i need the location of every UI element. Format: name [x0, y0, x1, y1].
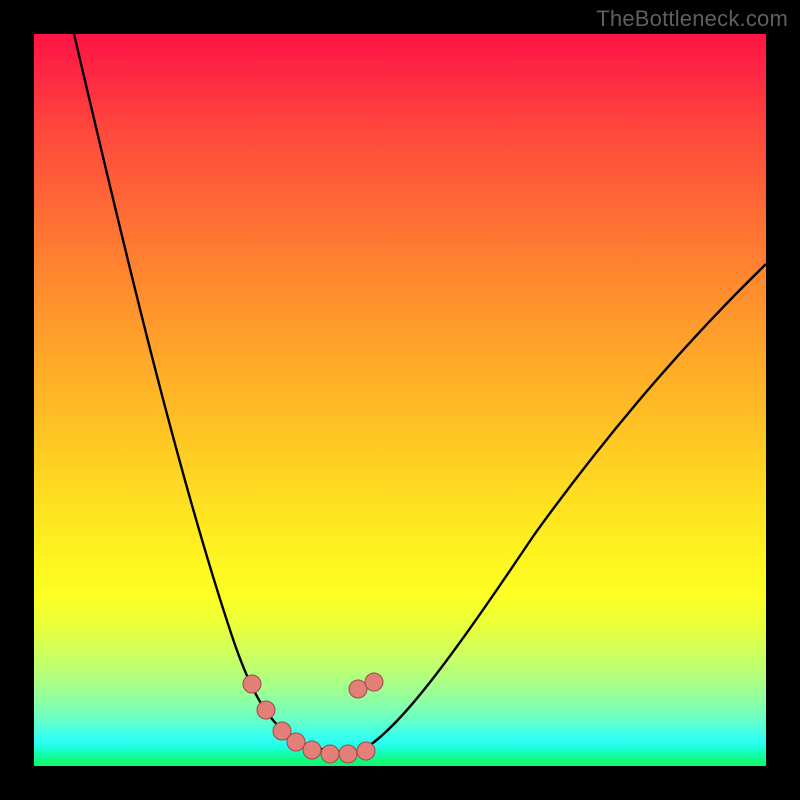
marker-dot: [243, 675, 261, 693]
marker-dot: [287, 733, 305, 751]
watermark-text: TheBottleneck.com: [596, 6, 788, 32]
marker-dot: [321, 745, 339, 763]
marker-dot: [349, 680, 367, 698]
marker-dot: [257, 701, 275, 719]
marker-dot: [365, 673, 383, 691]
curve-right-branch: [354, 264, 766, 754]
marker-group: [243, 673, 383, 763]
chart-plot-area: [34, 34, 766, 766]
marker-dot: [339, 745, 357, 763]
marker-dot: [357, 742, 375, 760]
chart-curve-svg: [34, 34, 766, 766]
marker-dot: [303, 741, 321, 759]
curve-left-branch: [74, 34, 334, 754]
